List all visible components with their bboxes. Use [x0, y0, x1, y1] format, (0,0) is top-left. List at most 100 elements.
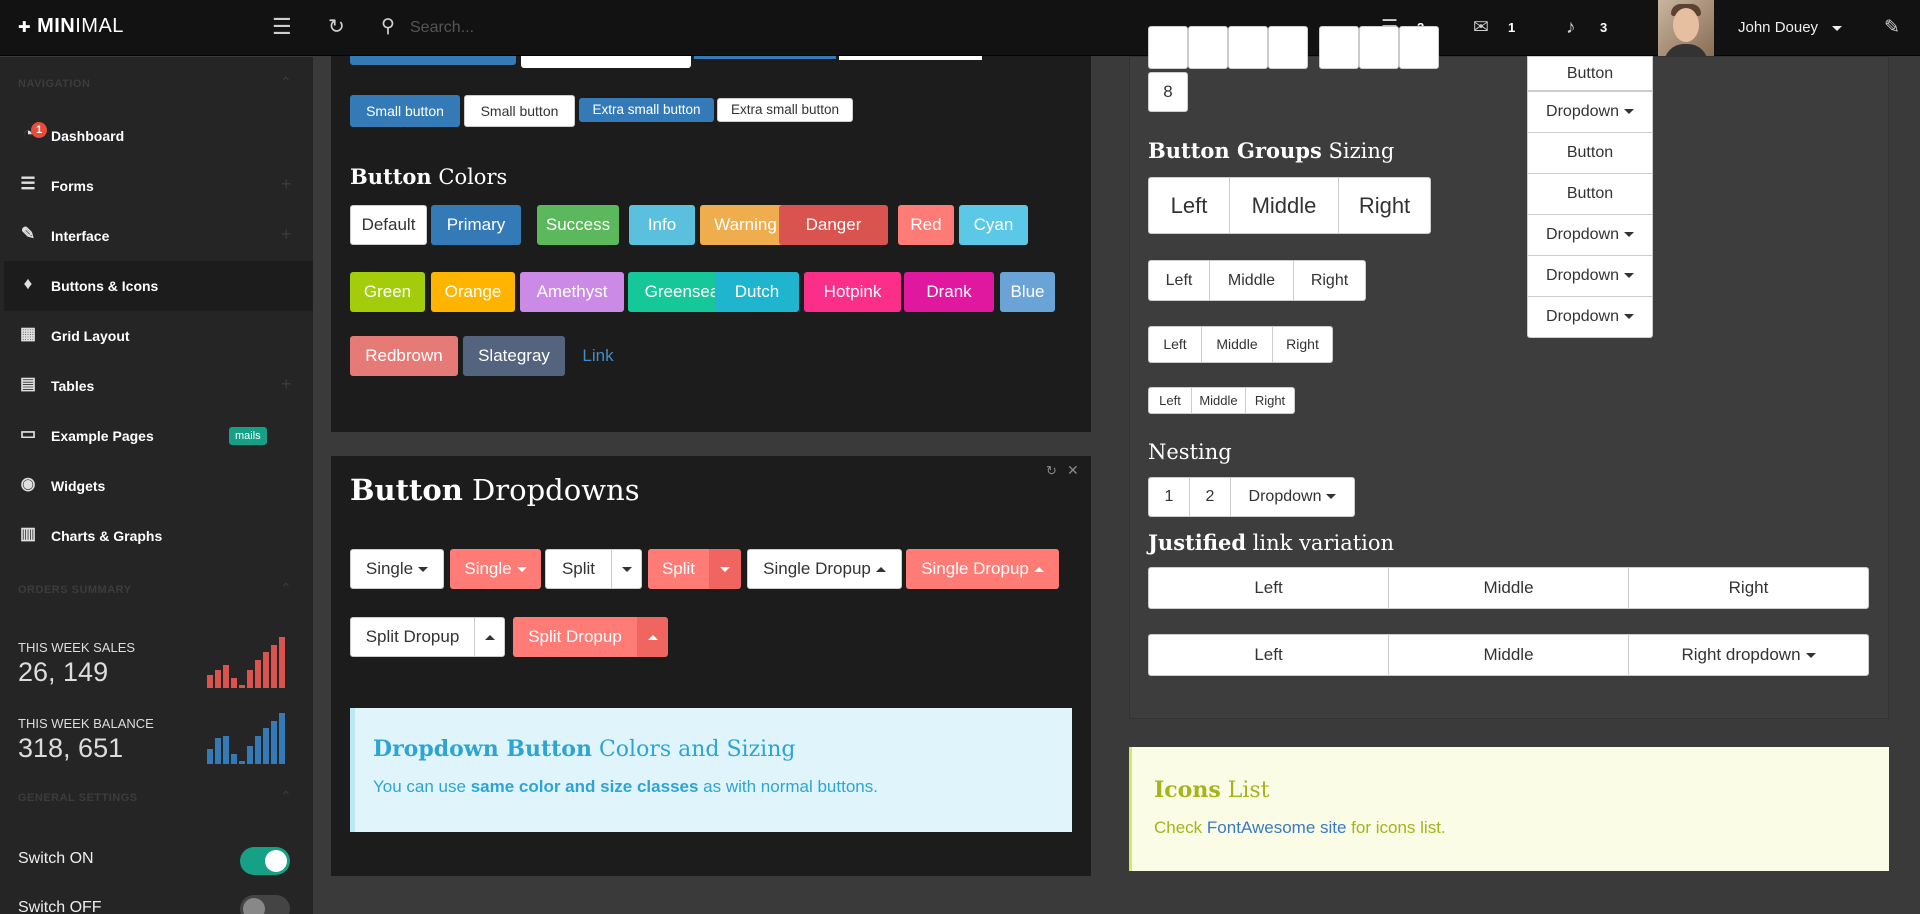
color-button-red[interactable]: Red: [898, 205, 954, 245]
small-primary-button[interactable]: Small button: [350, 95, 460, 127]
switch-off-toggle[interactable]: [240, 895, 290, 914]
color-button-info[interactable]: Info: [629, 205, 695, 245]
switch-on-toggle[interactable]: [240, 847, 290, 875]
color-button-blue[interactable]: Blue: [1000, 272, 1055, 312]
group-lg-left[interactable]: Left: [1148, 177, 1230, 234]
xs-default-button[interactable]: Extra small button: [717, 98, 853, 122]
vertical-dropdown-button[interactable]: Dropdown: [1527, 296, 1653, 338]
split-dropup-red-caret-button[interactable]: [637, 617, 668, 657]
color-button-slategray[interactable]: Slategray: [463, 336, 565, 376]
group-md-left[interactable]: Left: [1148, 260, 1210, 301]
sidebar-item-widgets[interactable]: ◉ Widgets: [4, 461, 313, 511]
close-icon[interactable]: ✕: [1067, 462, 1079, 479]
mail-icon[interactable]: ✉: [1473, 18, 1489, 38]
justified1-0[interactable]: Left: [1148, 567, 1389, 609]
group-lg-middle[interactable]: Middle: [1229, 177, 1339, 234]
sidebar-item-dashboard[interactable]: ◔ Dashboard: [4, 111, 313, 161]
chat-icon[interactable]: ✎: [1884, 18, 1900, 38]
fontawesome-link[interactable]: FontAwesome site: [1207, 818, 1347, 837]
bell-icon[interactable]: ♪: [1566, 18, 1576, 38]
group-sm-middle[interactable]: Middle: [1201, 326, 1273, 363]
split-dropup-caret-button[interactable]: [474, 617, 505, 657]
default-button-partial[interactable]: [521, 56, 691, 68]
refresh-icon[interactable]: ↻: [1046, 463, 1057, 479]
pagination-page[interactable]: 8: [1148, 72, 1188, 112]
search-icon[interactable]: ⚲: [381, 12, 395, 42]
pagination-page-partial[interactable]: [1399, 26, 1439, 69]
group-xs-middle[interactable]: Middle: [1191, 387, 1246, 414]
collapse-icon[interactable]: ⌃: [280, 74, 292, 91]
color-button-drank[interactable]: Drank: [904, 272, 994, 312]
xs-primary-button[interactable]: Extra small button: [579, 98, 714, 122]
justified1-1[interactable]: Middle: [1388, 567, 1629, 609]
justified2-0[interactable]: Left: [1148, 634, 1389, 676]
color-button-orange[interactable]: Orange: [431, 272, 515, 312]
group-xs-left[interactable]: Left: [1148, 387, 1192, 414]
collapse-icon[interactable]: ⌃: [280, 580, 292, 597]
color-button-amethyst[interactable]: Amethyst: [520, 272, 624, 312]
link-button[interactable]: Link: [572, 336, 624, 376]
pagination-page-partial[interactable]: [1228, 26, 1268, 69]
color-button-redbrown[interactable]: Redbrown: [350, 336, 458, 376]
vertical-dropdown-button[interactable]: Dropdown: [1527, 91, 1653, 133]
group-md-right[interactable]: Right: [1293, 260, 1366, 301]
vertical-dropdown-button[interactable]: Dropdown: [1527, 255, 1653, 297]
justified2-2[interactable]: Right dropdown: [1628, 634, 1869, 676]
split-red-button[interactable]: Split: [648, 549, 709, 589]
color-button-success[interactable]: Success: [537, 205, 619, 245]
primary-button-partial[interactable]: [694, 56, 836, 59]
group-sm-right[interactable]: Right: [1272, 326, 1333, 363]
color-button-default[interactable]: Default: [350, 205, 427, 245]
pagination-page-partial[interactable]: [1359, 26, 1399, 69]
justified2-1[interactable]: Middle: [1388, 634, 1629, 676]
default-button-partial[interactable]: [839, 56, 982, 60]
group-md-middle[interactable]: Middle: [1209, 260, 1294, 301]
split-caret-button[interactable]: [611, 549, 642, 589]
pagination-page-partial[interactable]: [1188, 26, 1228, 69]
vertical-button-button[interactable]: Button: [1527, 132, 1653, 174]
single-dropup-red-button[interactable]: Single Dropup: [906, 549, 1059, 589]
nesting-button-1[interactable]: 1: [1148, 477, 1190, 517]
split-dropup-red-button[interactable]: Split Dropup: [513, 617, 637, 657]
avatar[interactable]: [1658, 0, 1714, 56]
color-button-warning[interactable]: Warning: [700, 205, 791, 245]
user-menu[interactable]: John Douey: [1738, 19, 1843, 36]
pagination-page-partial[interactable]: [1268, 26, 1308, 69]
brand-logo[interactable]: ✚ MINIMAL: [18, 15, 124, 38]
split-dropup-button[interactable]: Split Dropup: [350, 617, 475, 657]
vertical-button-button[interactable]: Button: [1527, 173, 1653, 215]
single-dropdown-button[interactable]: Single: [350, 549, 444, 589]
single-red-dropdown-button[interactable]: Single: [450, 549, 541, 589]
sidebar-item-forms[interactable]: ☰ Forms +: [4, 161, 313, 211]
sidebar-item-grid-layout[interactable]: ▦ Grid Layout: [4, 311, 313, 361]
collapse-icon[interactable]: ⌃: [280, 788, 292, 805]
color-button-primary[interactable]: Primary: [431, 205, 521, 245]
color-button-green[interactable]: Green: [350, 272, 425, 312]
vertical-button-button[interactable]: Button: [1527, 56, 1653, 91]
split-button[interactable]: Split: [545, 549, 612, 589]
color-button-hotpink[interactable]: Hotpink: [804, 272, 901, 312]
menu-toggle-icon[interactable]: ☰: [272, 12, 292, 42]
pagination-page-partial[interactable]: [1148, 26, 1188, 69]
sidebar-item-charts[interactable]: ▥ Charts & Graphs: [4, 511, 313, 561]
pagination-page-partial[interactable]: [1319, 26, 1359, 69]
search-input[interactable]: [410, 15, 710, 41]
sidebar-item-buttons-icons[interactable]: ♦ Buttons & Icons: [4, 261, 313, 311]
sidebar-item-tables[interactable]: ▤ Tables +: [4, 361, 313, 411]
color-button-danger[interactable]: Danger: [779, 205, 888, 245]
color-button-cyan[interactable]: Cyan: [959, 205, 1028, 245]
group-sm-left[interactable]: Left: [1148, 326, 1202, 363]
small-default-button[interactable]: Small button: [464, 95, 575, 127]
nesting-button-2[interactable]: 2: [1189, 477, 1231, 517]
nesting-button-dropdown[interactable]: Dropdown: [1230, 477, 1355, 517]
color-button-dutch[interactable]: Dutch: [715, 272, 799, 312]
group-lg-right[interactable]: Right: [1338, 177, 1431, 234]
vertical-dropdown-button[interactable]: Dropdown: [1527, 214, 1653, 256]
single-dropup-button[interactable]: Single Dropup: [747, 549, 902, 589]
sidebar-item-interface[interactable]: ✎ Interface +: [4, 211, 313, 261]
split-red-caret-button[interactable]: [709, 549, 741, 589]
refresh-icon[interactable]: ↻: [328, 12, 345, 42]
justified1-2[interactable]: Right: [1628, 567, 1869, 609]
group-xs-right[interactable]: Right: [1245, 387, 1295, 414]
primary-button-partial[interactable]: [350, 56, 516, 65]
